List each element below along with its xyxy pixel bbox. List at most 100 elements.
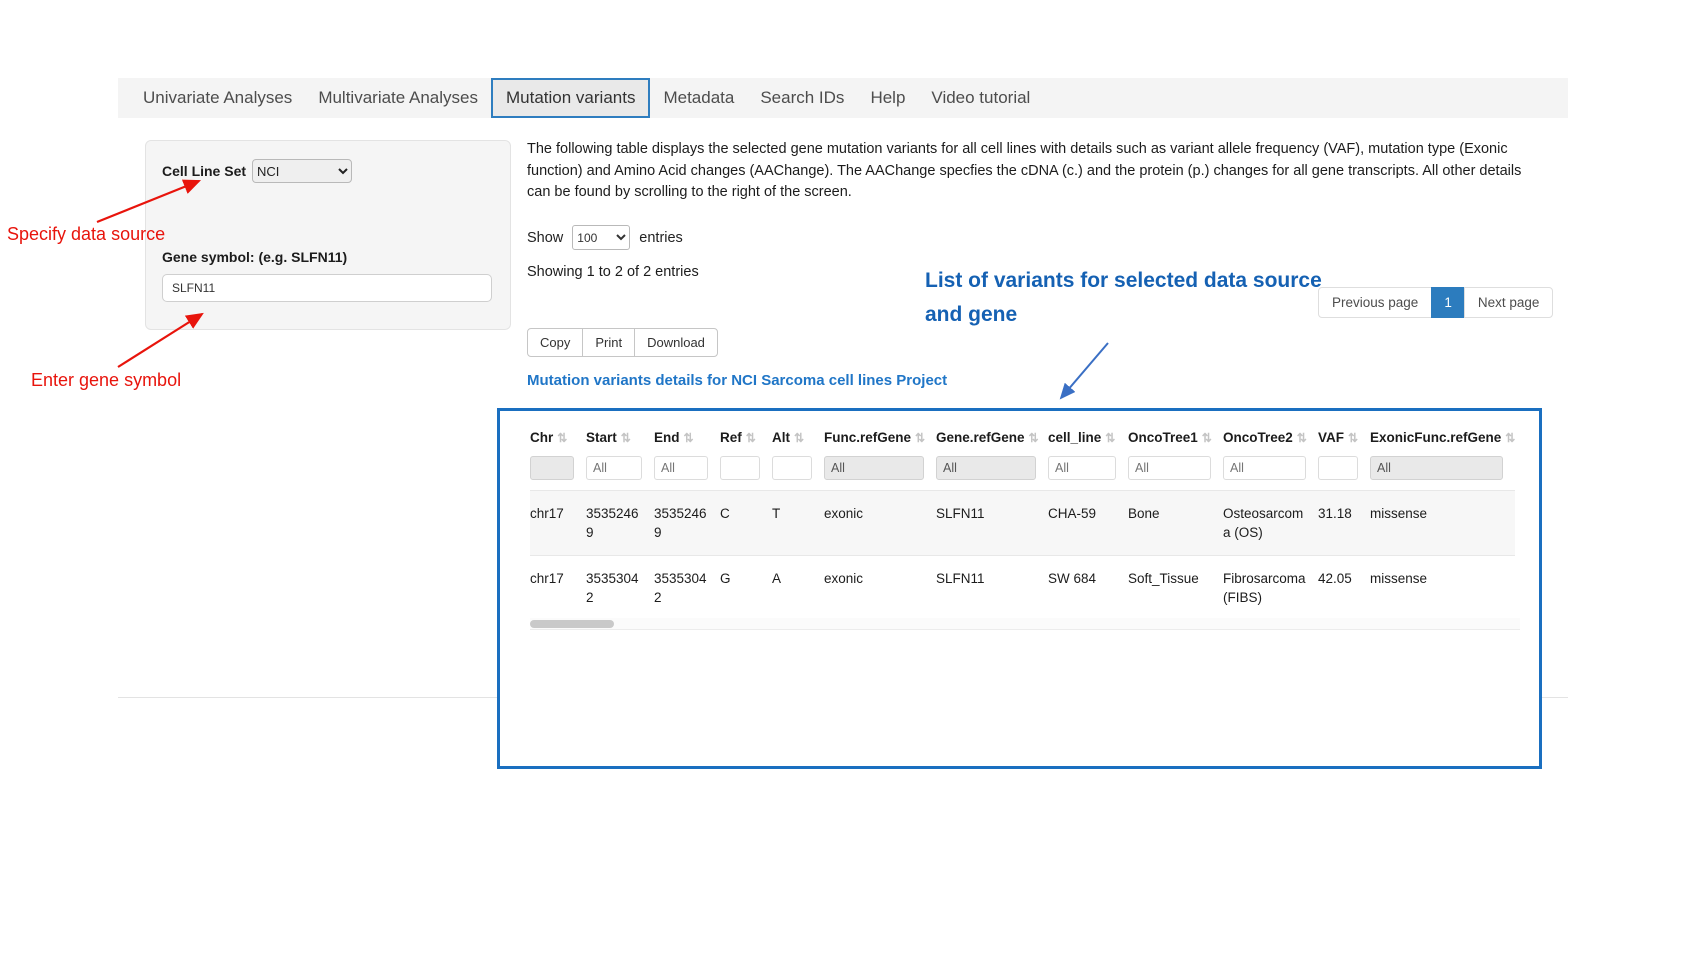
cell-cell-line: CHA-59: [1048, 491, 1128, 556]
column-header-end[interactable]: End ⇅: [654, 421, 720, 454]
table-row[interactable]: chr173535304235353042GAexonicSLFN11SW 68…: [530, 556, 1515, 621]
print-button[interactable]: Print: [582, 328, 635, 357]
cell-func-refgene: exonic: [824, 491, 936, 556]
show-label: Show: [527, 230, 563, 246]
table-description-text: The following table displays the selecte…: [527, 139, 1524, 204]
cell-line-set-select[interactable]: NCI: [252, 159, 352, 183]
column-label: OncoTree1: [1128, 430, 1198, 445]
sort-icon[interactable]: ⇅: [1029, 431, 1039, 445]
sort-icon[interactable]: ⇅: [915, 431, 925, 445]
column-label: End: [654, 430, 680, 445]
top-nav: Univariate Analyses Multivariate Analyse…: [118, 78, 1568, 118]
filter-gene-refgene[interactable]: [936, 456, 1036, 480]
column-header-exonicfunc-refgene[interactable]: ExonicFunc.refGene⇅: [1370, 421, 1515, 454]
cell-ref: G: [720, 556, 772, 621]
variants-table: Chr⇅Start⇅End⇅Ref⇅Alt⇅Func.refGene⇅Gene.…: [530, 421, 1515, 621]
show-entries-control: Show 100 entries: [527, 225, 683, 250]
filter-ref[interactable]: [720, 456, 760, 480]
app: { "colors": { "accent_blue": "#1a6fc0", …: [0, 0, 1700, 956]
filter-exonicfunc-refgene[interactable]: [1370, 456, 1503, 480]
tab-search-ids[interactable]: Search IDs: [747, 78, 857, 118]
sort-icon[interactable]: ⇅: [621, 431, 631, 445]
cell-ref: C: [720, 491, 772, 556]
cell-func-refgene: exonic: [824, 556, 936, 621]
gene-symbol-input[interactable]: [162, 274, 492, 302]
column-label: Alt: [772, 430, 790, 445]
sort-icon[interactable]: ⇅: [1297, 431, 1307, 445]
column-label: Ref: [720, 430, 742, 445]
cell-vaf: 42.05: [1318, 556, 1370, 621]
filter-func-refgene[interactable]: [824, 456, 924, 480]
tab-univariate-analyses[interactable]: Univariate Analyses: [130, 78, 305, 118]
filter-alt[interactable]: [772, 456, 812, 480]
download-button[interactable]: Download: [634, 328, 718, 357]
cell-line-set-label: Cell Line Set: [162, 163, 246, 179]
cell-end: 35353042: [654, 556, 720, 621]
cell-oncotree1: Soft_Tissue: [1128, 556, 1223, 621]
filter-end[interactable]: [654, 456, 708, 480]
annotation-list-of-variants: List of variants for selected data sourc…: [925, 264, 1323, 331]
column-header-start[interactable]: Start ⇅: [586, 421, 654, 454]
cell-alt: A: [772, 556, 824, 621]
previous-page-button[interactable]: Previous page: [1318, 287, 1432, 318]
cell-end: 35352469: [654, 491, 720, 556]
cell-exonicfunc-refgene: missense: [1370, 556, 1515, 621]
cell-chr: chr17: [530, 556, 586, 621]
sort-icon[interactable]: ⇅: [1348, 431, 1358, 445]
cell-gene-refgene: SLFN11: [936, 556, 1048, 621]
column-header-func-refgene[interactable]: Func.refGene⇅: [824, 421, 936, 454]
column-header-alt[interactable]: Alt ⇅: [772, 421, 824, 454]
column-header-cell-line[interactable]: cell_line ⇅: [1048, 421, 1128, 454]
export-buttons: Copy Print Download: [527, 328, 718, 357]
column-label: OncoTree2: [1223, 430, 1293, 445]
arrow-to-table: [1061, 343, 1108, 398]
sort-icon[interactable]: ⇅: [557, 431, 567, 445]
sort-icon[interactable]: ⇅: [794, 431, 804, 445]
column-label: Start: [586, 430, 617, 445]
column-label: Chr: [530, 430, 553, 445]
tab-video-tutorial[interactable]: Video tutorial: [918, 78, 1043, 118]
sort-icon[interactable]: ⇅: [1105, 431, 1115, 445]
cell-vaf: 31.18: [1318, 491, 1370, 556]
cell-oncotree2: Osteosarcoma (OS): [1223, 491, 1318, 556]
tab-multivariate-analyses[interactable]: Multivariate Analyses: [305, 78, 491, 118]
filter-cell-line[interactable]: [1048, 456, 1116, 480]
column-header-chr[interactable]: Chr ⇅: [530, 421, 586, 454]
table-filter-row: [530, 454, 1515, 491]
filter-oncotree2[interactable]: [1223, 456, 1306, 480]
cell-cell-line: SW 684: [1048, 556, 1128, 621]
next-page-button[interactable]: Next page: [1464, 287, 1554, 318]
sort-icon[interactable]: ⇅: [1202, 431, 1212, 445]
sort-icon[interactable]: ⇅: [746, 431, 756, 445]
gene-symbol-label: Gene symbol: (e.g. SLFN11): [162, 249, 494, 265]
column-header-ref[interactable]: Ref ⇅: [720, 421, 772, 454]
cell-gene-refgene: SLFN11: [936, 491, 1048, 556]
tab-mutation-variants[interactable]: Mutation variants: [491, 78, 650, 118]
filter-start[interactable]: [586, 456, 642, 480]
column-header-oncotree2[interactable]: OncoTree2 ⇅: [1223, 421, 1318, 454]
copy-button[interactable]: Copy: [527, 328, 583, 357]
sort-icon[interactable]: ⇅: [684, 431, 694, 445]
filter-oncotree1[interactable]: [1128, 456, 1211, 480]
current-page-button[interactable]: 1: [1431, 287, 1465, 318]
annotation-specify-data-source: Specify data source: [7, 224, 165, 245]
sort-icon[interactable]: ⇅: [1505, 431, 1515, 445]
tab-metadata[interactable]: Metadata: [650, 78, 747, 118]
column-header-vaf[interactable]: VAF⇅: [1318, 421, 1370, 454]
table-header-row: Chr⇅Start⇅End⇅Ref⇅Alt⇅Func.refGene⇅Gene.…: [530, 421, 1515, 454]
entries-per-page-select[interactable]: 100: [572, 225, 630, 250]
cell-oncotree2: Fibrosarcoma (FIBS): [1223, 556, 1318, 621]
column-label: cell_line: [1048, 430, 1101, 445]
filter-chr[interactable]: [530, 456, 574, 480]
column-header-oncotree1[interactable]: OncoTree1 ⇅: [1128, 421, 1223, 454]
scrollbar-thumb[interactable]: [530, 620, 614, 628]
controls-panel: Cell Line Set NCI Gene symbol: (e.g. SLF…: [145, 140, 511, 330]
cell-start: 35353042: [586, 556, 654, 621]
column-header-gene-refgene[interactable]: Gene.refGene⇅: [936, 421, 1048, 454]
cell-exonicfunc-refgene: missense: [1370, 491, 1515, 556]
horizontal-scrollbar[interactable]: [530, 618, 1520, 630]
tab-help[interactable]: Help: [857, 78, 918, 118]
table-title-link[interactable]: Mutation variants details for NCI Sarcom…: [527, 372, 947, 389]
filter-vaf[interactable]: [1318, 456, 1358, 480]
table-row[interactable]: chr173535246935352469CTexonicSLFN11CHA-5…: [530, 491, 1515, 556]
